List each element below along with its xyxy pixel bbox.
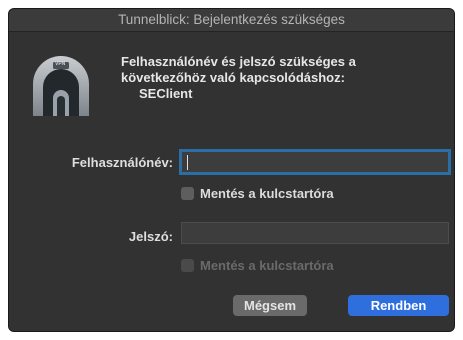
vpn-badge-text: VPN bbox=[55, 61, 66, 67]
login-message: Felhasználónév és jelszó szükséges a köv… bbox=[121, 54, 431, 102]
window-title: Tunnelblick: Bejelentkezés szükséges bbox=[9, 9, 454, 32]
ok-button[interactable]: Rendben bbox=[348, 295, 449, 316]
text-caret bbox=[187, 155, 188, 170]
save-password-label: Mentés a kulcstartóra bbox=[200, 258, 334, 273]
password-label: Jelszó: bbox=[128, 229, 173, 244]
save-username-label: Mentés a kulcstartóra bbox=[200, 186, 334, 201]
message-line-2: következőhöz való kapcsolódáshoz: bbox=[121, 70, 345, 85]
save-username-checkbox[interactable]: Mentés a kulcstartóra bbox=[181, 186, 334, 201]
tunnelblick-logo-icon: VPN bbox=[29, 54, 93, 118]
username-label: Felhasználónév: bbox=[71, 155, 173, 170]
cancel-button[interactable]: Mégsem bbox=[233, 295, 307, 316]
checkbox-box[interactable] bbox=[181, 259, 194, 272]
message-line-1: Felhasználónév és jelszó szükséges a bbox=[121, 54, 356, 69]
username-field[interactable] bbox=[179, 149, 451, 175]
password-field[interactable] bbox=[181, 222, 449, 244]
checkbox-box[interactable] bbox=[181, 187, 194, 200]
connection-name: SEClient bbox=[139, 86, 193, 101]
save-password-checkbox[interactable]: Mentés a kulcstartóra bbox=[181, 258, 334, 273]
login-dialog: Tunnelblick: Bejelentkezés szükséges VPN… bbox=[9, 9, 454, 331]
